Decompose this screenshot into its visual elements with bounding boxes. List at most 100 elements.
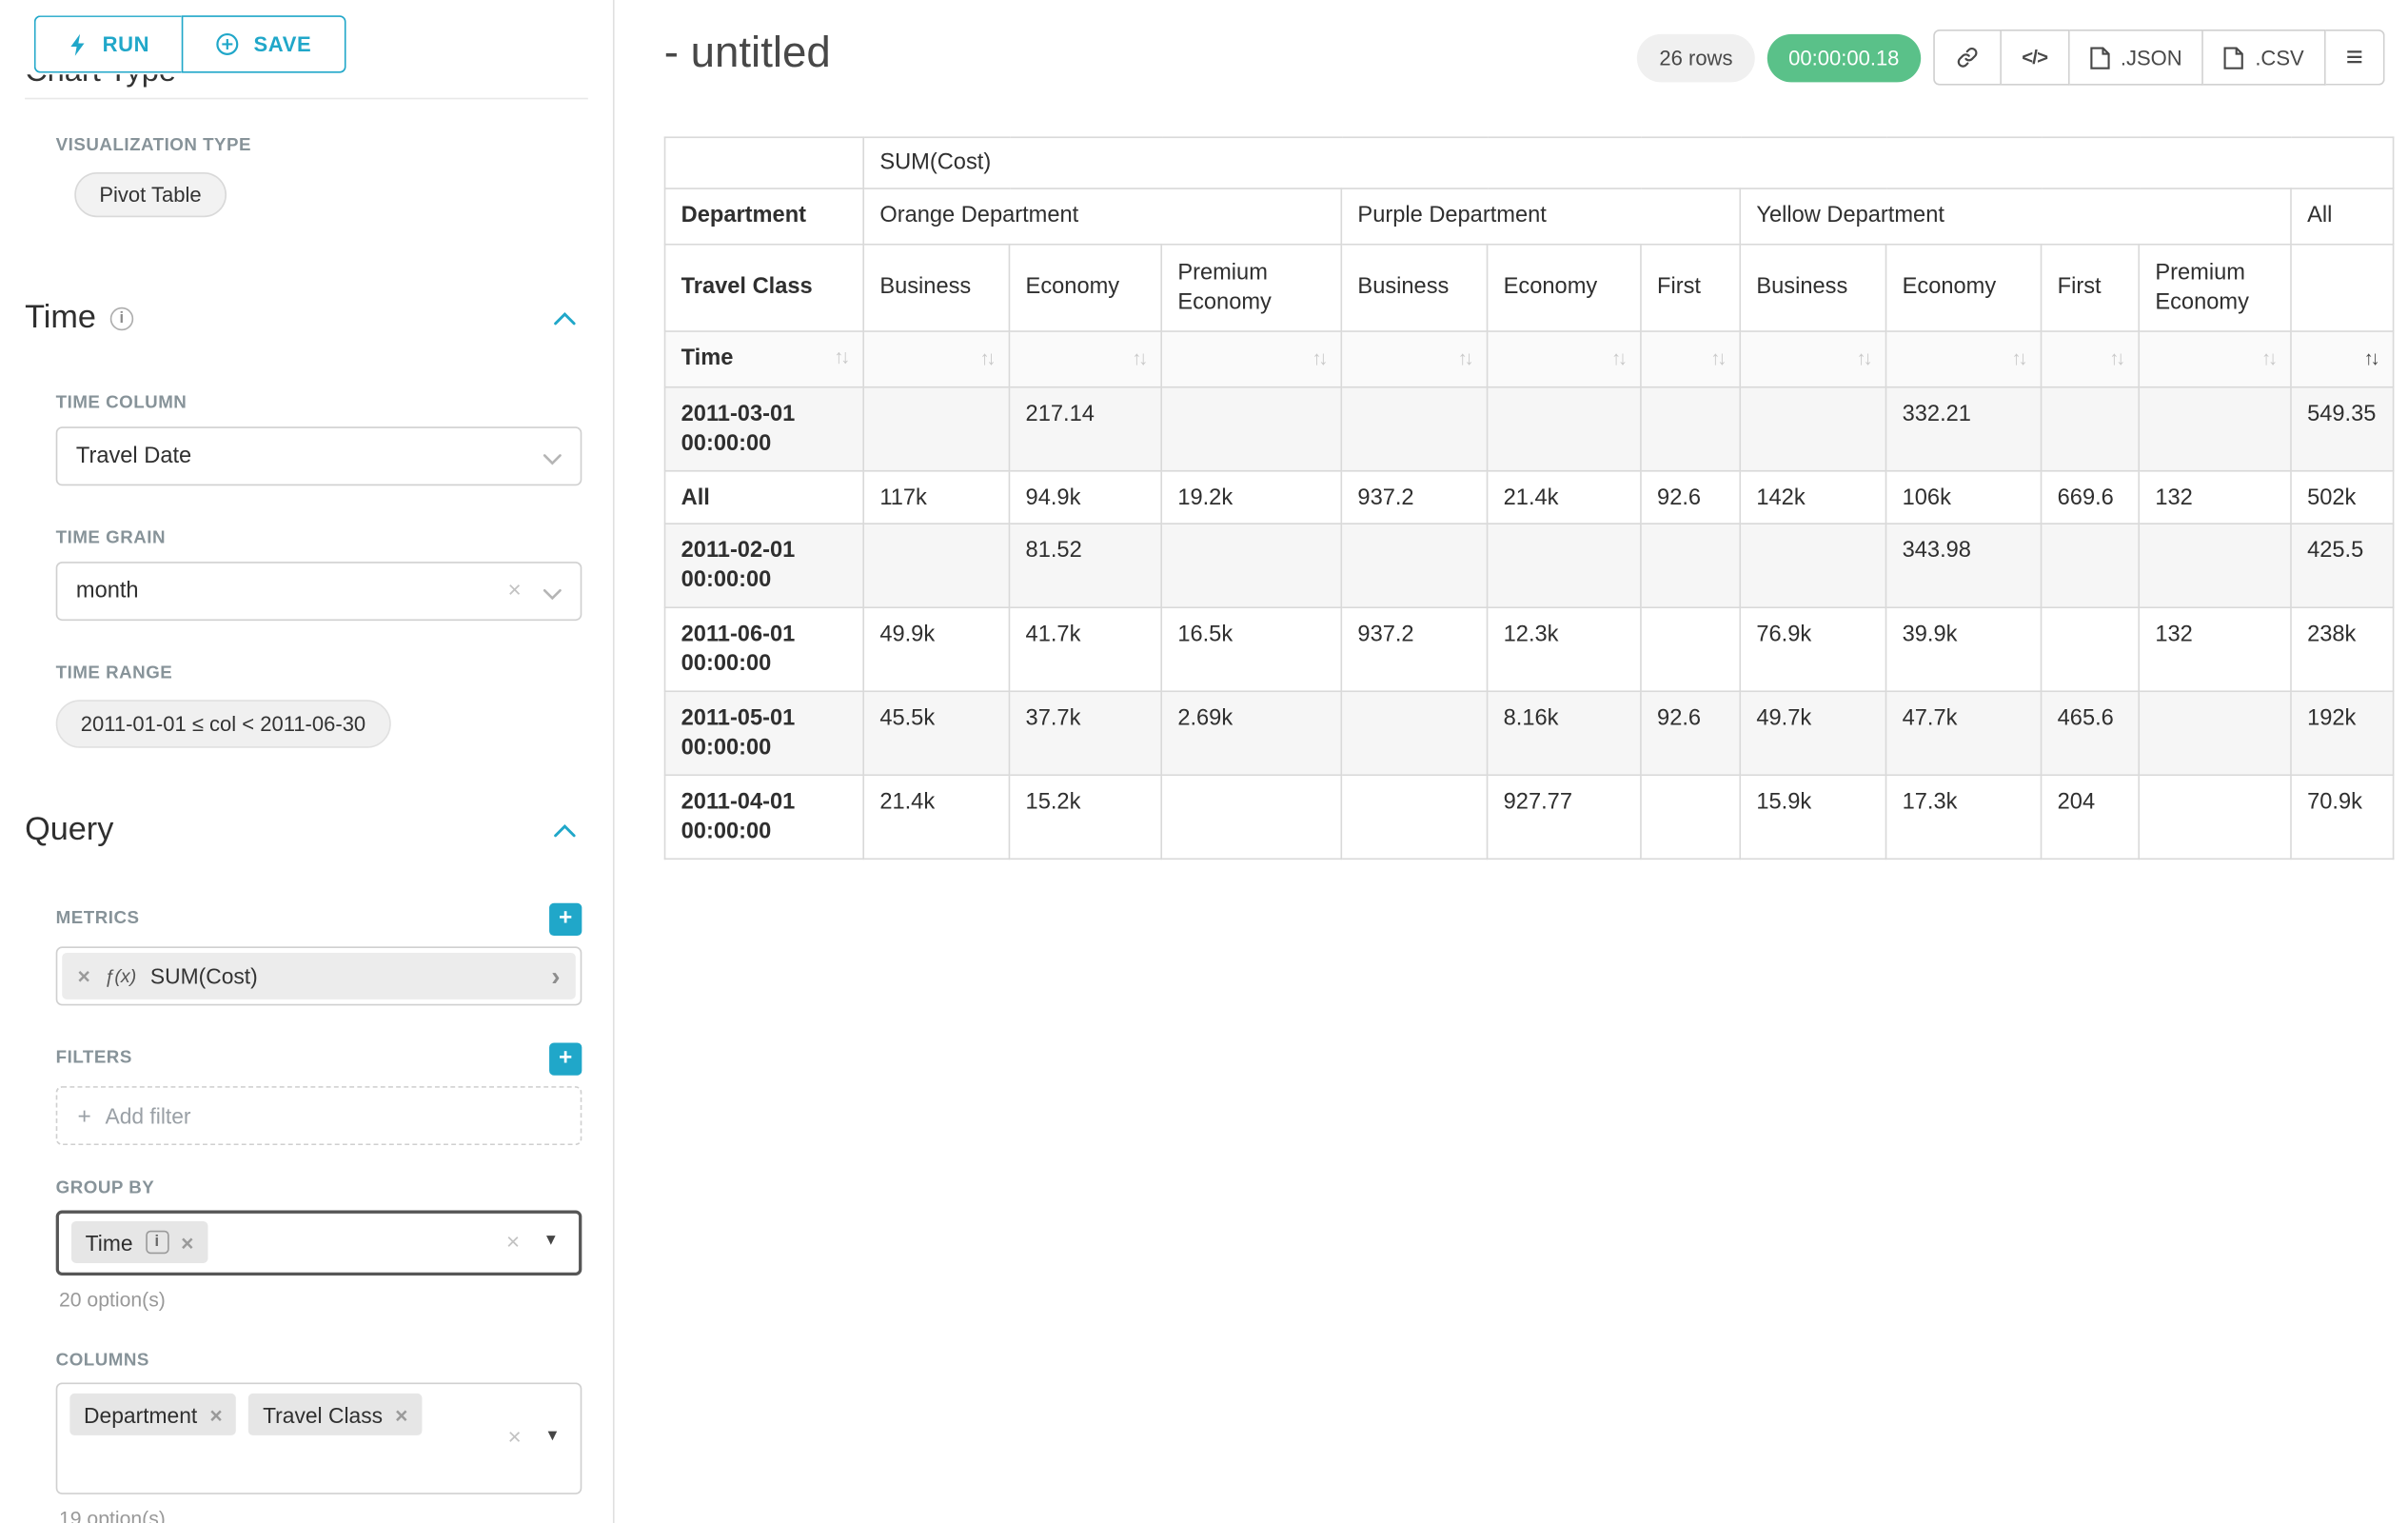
pivot-table-container: SUM(Cost)DepartmentOrange DepartmentPurp…	[664, 136, 2395, 859]
time-section-title: Time	[25, 300, 96, 337]
remove-icon[interactable]: ×	[395, 1402, 407, 1427]
time-section-header[interactable]: Time i	[25, 298, 588, 338]
query-section-header[interactable]: Query	[25, 810, 588, 850]
pivot-value-cell: 94.9k	[1009, 471, 1161, 524]
pivot-value-cell: 549.35	[2291, 387, 2394, 471]
columns-label: COLUMNS	[56, 1352, 588, 1372]
table-row: 2011-04-01 00:00:0021.4k15.2k927.7715.9k…	[665, 775, 2394, 859]
pivot-value-cell: 41.7k	[1009, 607, 1161, 691]
sort-icon[interactable]: ↑↓	[2364, 346, 2378, 371]
save-button[interactable]: SAVE	[182, 15, 345, 72]
visualization-type-value[interactable]: Pivot Table	[74, 172, 226, 217]
travel-class-header: Premium Economy	[2139, 245, 2291, 331]
pivot-value-cell: 76.9k	[1740, 607, 1885, 691]
group-by-select[interactable]: Timei× × ▼	[56, 1211, 582, 1276]
row-label: All	[665, 471, 864, 524]
sort-cell: ↑↓	[1641, 331, 1740, 387]
sort-icon[interactable]: ↑↓	[979, 346, 993, 371]
pivot-value-cell: 39.9k	[1886, 607, 2042, 691]
file-icon	[2089, 46, 2109, 69]
chevron-up-icon[interactable]	[554, 312, 576, 326]
columns-select[interactable]: Department× Travel Class× × ▼	[56, 1383, 582, 1494]
pivot-corner-cell	[665, 137, 864, 188]
caret-right-icon[interactable]: ›	[551, 963, 560, 990]
time-column-select[interactable]: Travel Date	[56, 426, 582, 485]
time-range-value[interactable]: 2011-01-01 ≤ col < 2011-06-30	[56, 700, 391, 748]
metrics-label: METRICS	[56, 909, 140, 929]
sort-cell: ↑↓	[2291, 331, 2394, 387]
remove-icon[interactable]: ×	[78, 963, 90, 988]
csv-label: .CSV	[2255, 46, 2303, 69]
clear-icon[interactable]: ×	[507, 577, 521, 603]
pivot-value-cell	[863, 387, 1009, 471]
clear-icon[interactable]: ×	[507, 1425, 521, 1452]
clear-icon[interactable]: ×	[506, 1229, 520, 1256]
remove-icon[interactable]: ×	[209, 1402, 222, 1427]
sort-icon[interactable]: ↑↓	[1312, 346, 1325, 371]
row-label: 2011-05-01 00:00:00	[665, 691, 864, 775]
pivot-value-cell	[2139, 387, 2291, 471]
pivot-value-cell	[1161, 387, 1341, 471]
chevron-up-icon[interactable]	[554, 824, 576, 839]
sort-icon[interactable]: ↑↓	[1857, 346, 1870, 371]
share-link-button[interactable]	[1933, 30, 2002, 86]
sort-icon[interactable]: ↑↓	[2012, 346, 2025, 371]
sort-icon[interactable]: ↑↓	[1611, 346, 1625, 371]
sort-icon[interactable]: ↑↓	[1710, 346, 1724, 371]
department-axis-label: Department	[665, 188, 864, 245]
group-by-label: GROUP BY	[56, 1179, 588, 1199]
add-filter-label: Add filter	[105, 1103, 190, 1128]
pivot-value-cell: 142k	[1740, 471, 1885, 524]
circle-plus-icon	[216, 32, 239, 55]
pivot-value-cell: 937.2	[1341, 471, 1487, 524]
filters-label: FILTERS	[56, 1049, 132, 1069]
dropdown-caret-icon[interactable]: ▼	[544, 1428, 560, 1445]
selected-option-chip[interactable]: Travel Class×	[248, 1394, 422, 1435]
pivot-value-cell	[2042, 524, 2140, 607]
selected-option-chip[interactable]: Timei×	[71, 1221, 207, 1263]
table-row: 2011-06-01 00:00:0049.9k41.7k16.5k937.21…	[665, 607, 2394, 691]
group-by-chips: Timei×	[59, 1214, 579, 1273]
plus-icon: +	[78, 1102, 91, 1129]
selected-option-chip[interactable]: Department×	[69, 1394, 236, 1435]
view-query-button[interactable]: </>	[2002, 30, 2069, 86]
app-root: Chart Type ·· VISUALIZATION TYPE Pivot T…	[0, 0, 2408, 1523]
export-csv-button[interactable]: .CSV	[2204, 30, 2326, 86]
chart-title[interactable]: - untitled	[664, 28, 831, 77]
code-icon: </>	[2022, 47, 2047, 69]
pivot-value-cell: 37.7k	[1009, 691, 1161, 775]
time-range-label: TIME RANGE	[56, 664, 588, 684]
row-label: 2011-04-01 00:00:00	[665, 775, 864, 859]
add-metric-button[interactable]: +	[549, 903, 582, 936]
menu-button[interactable]: ≡	[2326, 30, 2385, 86]
dropdown-caret-icon[interactable]: ▼	[543, 1232, 559, 1249]
sort-icon[interactable]: ↑↓	[834, 345, 847, 369]
export-json-button[interactable]: .JSON	[2069, 30, 2203, 86]
sort-icon[interactable]: ↑↓	[2261, 346, 2275, 371]
metric-chip[interactable]: × ƒ(x) SUM(Cost) ›	[62, 953, 576, 999]
row-count-badge: 26 rows	[1638, 33, 1755, 82]
row-label: 2011-06-01 00:00:00	[665, 607, 864, 691]
pivot-value-cell	[1740, 387, 1885, 471]
add-filter-button[interactable]: + Add filter	[56, 1086, 582, 1145]
control-panel-scroll[interactable]: Chart Type ·· VISUALIZATION TYPE Pivot T…	[0, 0, 613, 1523]
pivot-value-cell	[1641, 524, 1740, 607]
add-filter-plus-button[interactable]: +	[549, 1042, 582, 1075]
sort-cell: ↑↓	[1161, 331, 1341, 387]
pivot-value-cell: 343.98	[1886, 524, 2042, 607]
time-grain-select[interactable]: month ×	[56, 562, 582, 621]
sort-icon[interactable]: ↑↓	[1132, 346, 1145, 371]
sort-cell: ↑↓	[2139, 331, 2291, 387]
pivot-value-cell: 47.7k	[1886, 691, 2042, 775]
info-icon: i	[146, 1231, 168, 1254]
remove-icon[interactable]: ×	[181, 1230, 193, 1255]
run-save-button-group: RUN SAVE	[34, 15, 345, 72]
pivot-value-cell: 2.69k	[1161, 691, 1341, 775]
travel-class-header: Business	[863, 245, 1009, 331]
sort-icon[interactable]: ↑↓	[1458, 346, 1471, 371]
pivot-value-cell: 19.2k	[1161, 471, 1341, 524]
sort-icon[interactable]: ↑↓	[2109, 346, 2122, 371]
pivot-table: SUM(Cost)DepartmentOrange DepartmentPurp…	[664, 136, 2395, 859]
run-button[interactable]: RUN	[34, 15, 183, 72]
table-row: All117k94.9k19.2k937.221.4k92.6142k106k6…	[665, 471, 2394, 524]
